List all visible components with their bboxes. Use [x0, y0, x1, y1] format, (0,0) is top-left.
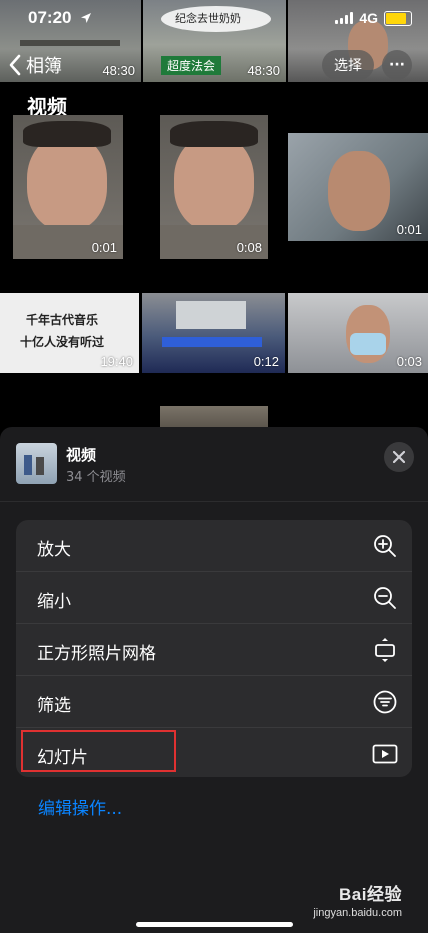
video-thumbnail[interactable]: 0:03: [288, 293, 428, 373]
menu-item-label: 缩小: [37, 592, 71, 612]
watermark-logo: Bai经验: [339, 885, 402, 904]
video-duration: 0:08: [236, 240, 262, 255]
thumbnail-person: [174, 135, 254, 231]
annotation-highlight: [21, 730, 176, 772]
menu-item-square-grid[interactable]: 正方形照片网格: [16, 624, 412, 675]
filter-icon: [373, 690, 397, 714]
status-indicators: 4G: [335, 10, 412, 26]
menu-item-label: 放大: [37, 540, 71, 560]
video-duration: 48:30: [102, 63, 135, 78]
thumbnail-person: [328, 151, 390, 231]
network-type: 4G: [359, 10, 378, 26]
video-duration: 0:01: [396, 222, 422, 237]
action-sheet: 视频 34 个视频 放大 缩小 正方形照片网格 筛选 幻灯片 编辑操作...: [0, 427, 428, 933]
thumbnail-person: [24, 455, 32, 475]
thumbnail-caption: 十亿人没有听过: [20, 335, 105, 349]
zoom-out-icon: [374, 587, 396, 609]
album-count: 34 个视频: [66, 470, 126, 485]
thumbnail-screen: [176, 301, 246, 329]
signal-icon: [335, 12, 354, 24]
select-button[interactable]: 选择: [322, 50, 374, 80]
video-thumbnail[interactable]: 0:12: [142, 293, 285, 373]
menu-item-label: 正方形照片网格: [37, 644, 156, 664]
video-thumbnail[interactable]: 千年古代音乐 十亿人没有听过 19:40: [0, 293, 139, 373]
video-duration: 19:40: [100, 354, 133, 369]
video-duration: 48:30: [247, 63, 280, 78]
album-title: 视频: [66, 446, 97, 464]
battery-icon: [384, 10, 412, 26]
watermark: Bai经验 jingyan.baidu.com: [313, 880, 402, 919]
thumbnail-caption: 纪念去世奶奶: [175, 12, 241, 25]
home-indicator[interactable]: [136, 922, 293, 927]
location-arrow-icon: [81, 13, 91, 23]
thumbnail-person: [27, 135, 107, 231]
zoom-in-icon: [374, 535, 396, 557]
aspect-toggle-icon: [375, 638, 395, 662]
thumbnail-scene: [20, 40, 120, 46]
video-thumbnail[interactable]: 0:01: [288, 133, 428, 241]
menu-item-zoom-in[interactable]: 放大: [16, 520, 412, 571]
video-thumbnail[interactable]: 纪念去世奶奶 超度法会 48:30: [143, 0, 286, 82]
slideshow-play-icon: [372, 744, 398, 764]
watermark-url: jingyan.baidu.com: [313, 907, 402, 919]
thumbnail-mask: [350, 333, 386, 355]
close-icon: [393, 451, 405, 463]
sheet-header: 视频 34 个视频: [0, 427, 428, 502]
select-label: 选择: [334, 58, 362, 74]
back-label: 相簿: [26, 56, 62, 77]
thumbnail-hair: [170, 121, 258, 147]
video-thumbnail[interactable]: 0:01: [13, 115, 123, 259]
video-thumbnail[interactable]: [160, 406, 268, 428]
video-duration: 0:01: [91, 240, 117, 255]
thumbnail-hair: [23, 121, 111, 147]
thumbnail-light: [162, 337, 262, 347]
menu-item-zoom-out[interactable]: 缩小: [16, 572, 412, 623]
edit-actions-link[interactable]: 编辑操作...: [38, 794, 122, 819]
thumbnail-person: [36, 457, 44, 475]
more-button[interactable]: ···: [382, 50, 412, 80]
video-duration: 0:03: [396, 354, 422, 369]
chevron-left-icon: [9, 54, 21, 76]
video-duration: 0:12: [253, 354, 279, 369]
album-thumbnail: [16, 443, 57, 484]
more-icon: ···: [389, 57, 405, 73]
thumbnail-caption: 千年古代音乐: [26, 313, 99, 327]
status-time: 07:20: [28, 8, 72, 27]
thumbnail-caption: 超度法会: [161, 56, 222, 75]
video-thumbnail[interactable]: 0:08: [160, 115, 268, 259]
back-button[interactable]: 相簿: [8, 52, 62, 78]
menu-item-label: 筛选: [37, 696, 71, 716]
close-button[interactable]: [384, 442, 414, 472]
menu-item-filter[interactable]: 筛选: [16, 676, 412, 727]
